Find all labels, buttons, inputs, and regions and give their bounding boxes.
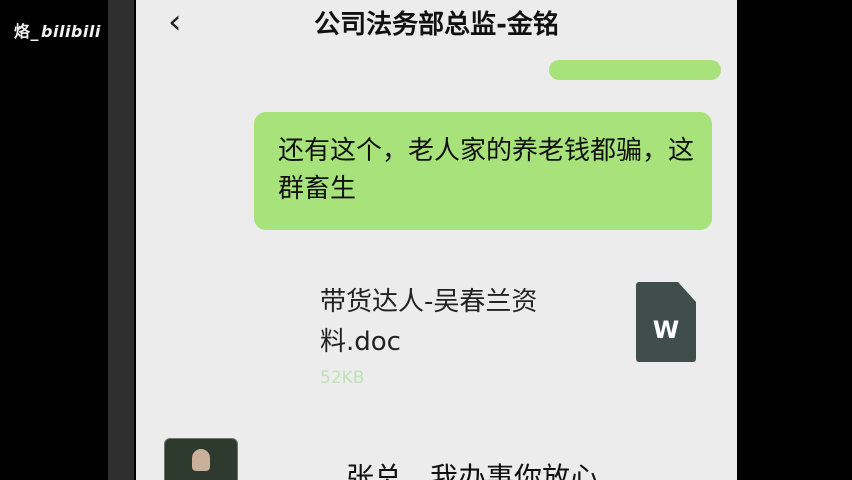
file-size: 52KB xyxy=(320,368,365,388)
watermark-prefix: 烙_ xyxy=(14,22,40,41)
word-doc-icon: W xyxy=(636,282,696,362)
bilibili-watermark: 烙_ bilibili xyxy=(14,18,101,42)
message-prefix: 、 xyxy=(290,468,312,480)
chat-title: 公司法务部总监-金铭 xyxy=(314,10,559,40)
message-text: 还有这个，老人家的养老钱都骗，这群畜生 xyxy=(278,136,695,204)
outgoing-message-bubble[interactable]: 还有这个，老人家的养老钱都骗，这群畜生 xyxy=(254,112,712,230)
video-frame-edge xyxy=(108,0,134,480)
previous-message-bubble[interactable] xyxy=(549,60,721,80)
chat-screen: ‹ 公司法务部总监-金铭 还有这个，老人家的养老钱都骗，这群畜生 带货达人-吴春… xyxy=(136,0,737,480)
avatar[interactable] xyxy=(164,438,238,480)
chat-header: ‹ 公司法务部总监-金铭 xyxy=(136,0,737,50)
watermark-brand: bilibili xyxy=(41,22,101,41)
file-message-card[interactable]: 带货达人-吴春兰资料.doc 52KB W xyxy=(286,262,726,402)
message-text-partial: 张总，我办事你放心 xyxy=(346,461,599,480)
file-name: 带货达人-吴春兰资料.doc xyxy=(320,287,538,357)
word-letter: W xyxy=(652,316,680,344)
video-frame-edge-right xyxy=(737,0,739,480)
incoming-message-text: 、 张总，我办事你放心 xyxy=(290,456,598,480)
